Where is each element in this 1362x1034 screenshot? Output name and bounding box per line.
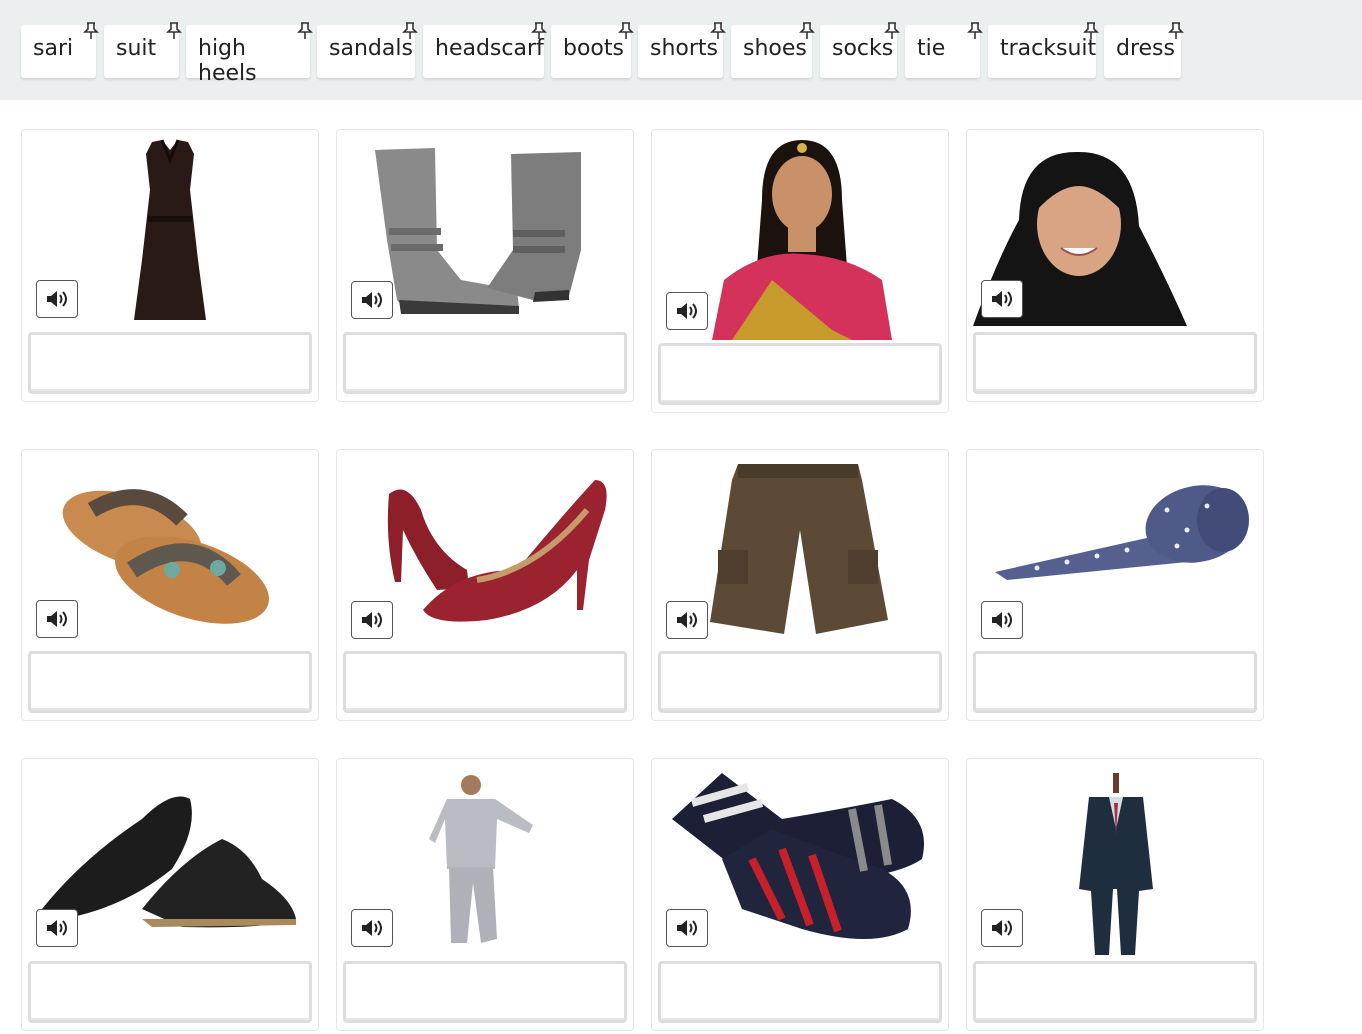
play-audio-button[interactable] xyxy=(351,281,393,319)
word-chip-headscarf[interactable]: headscarf xyxy=(423,22,547,78)
thumbtack-icon xyxy=(83,22,99,39)
speaker-icon xyxy=(677,612,697,628)
word-chip-sari[interactable]: sari xyxy=(21,22,99,78)
play-audio-button[interactable] xyxy=(981,280,1023,318)
play-audio-button[interactable] xyxy=(36,600,78,638)
picture-card-headscarf xyxy=(966,129,1264,402)
answer-drop-zone[interactable] xyxy=(343,961,627,1023)
speaker-icon xyxy=(362,292,382,308)
thumbtack-icon xyxy=(710,22,726,39)
word-chip-shoes[interactable]: shoes xyxy=(731,22,815,78)
speaker-icon xyxy=(362,612,382,628)
answer-drop-zone[interactable] xyxy=(658,651,942,713)
chip-label: headscarf xyxy=(435,36,544,61)
answer-drop-zone[interactable] xyxy=(658,343,942,405)
word-chip-tie[interactable]: tie xyxy=(905,22,983,78)
speaker-icon xyxy=(677,303,697,319)
speaker-icon xyxy=(47,291,67,307)
play-audio-button[interactable] xyxy=(666,909,708,947)
picture-card-sandals xyxy=(21,449,319,721)
picture-card-shorts xyxy=(651,449,949,721)
speaker-icon xyxy=(992,612,1012,628)
picture-card-tracksuit xyxy=(336,758,634,1031)
thumbtack-icon xyxy=(799,22,815,39)
answer-drop-zone[interactable] xyxy=(28,332,312,394)
word-chip-sandals[interactable]: sandals xyxy=(317,22,418,78)
word-chip-tracksuit[interactable]: tracksuit xyxy=(988,22,1099,78)
speaker-icon xyxy=(992,920,1012,936)
chip-label: boots xyxy=(563,36,624,61)
thumbtack-icon xyxy=(297,22,313,39)
play-audio-button[interactable] xyxy=(666,292,708,330)
word-chip-boots[interactable]: boots xyxy=(551,22,634,78)
word-bank: sari suit high heels sandals headscarf b… xyxy=(0,0,1362,100)
play-audio-button[interactable] xyxy=(981,601,1023,639)
speaker-icon xyxy=(677,920,697,936)
play-audio-button[interactable] xyxy=(36,909,78,947)
word-chip-dress[interactable]: dress xyxy=(1104,22,1184,78)
answer-drop-zone[interactable] xyxy=(343,651,627,713)
picture-card-boots xyxy=(336,129,634,402)
chip-label: high heels xyxy=(198,36,257,86)
chip-label: tie xyxy=(917,36,946,61)
chip-label: shorts xyxy=(650,36,718,61)
picture-card-dress xyxy=(21,129,319,402)
answer-drop-zone[interactable] xyxy=(28,961,312,1023)
speaker-icon xyxy=(47,611,67,627)
thumbtack-icon xyxy=(531,22,547,39)
answer-drop-zone[interactable] xyxy=(343,332,627,394)
thumbtack-icon xyxy=(166,22,182,39)
answer-drop-zone[interactable] xyxy=(973,332,1257,394)
speaker-icon xyxy=(47,920,67,936)
answer-drop-zone[interactable] xyxy=(28,651,312,713)
word-chip-shorts[interactable]: shorts xyxy=(638,22,726,78)
play-audio-button[interactable] xyxy=(36,280,78,318)
picture-card-suit xyxy=(966,758,1264,1031)
thumbtack-icon xyxy=(402,22,418,39)
word-chip-suit[interactable]: suit xyxy=(104,22,182,78)
picture-card-sari xyxy=(651,129,949,413)
thumbtack-icon xyxy=(618,22,634,39)
thumbtack-icon xyxy=(967,22,983,39)
answer-drop-zone[interactable] xyxy=(658,961,942,1023)
thumbtack-icon xyxy=(884,22,900,39)
picture-card-shoes xyxy=(21,758,319,1031)
speaker-icon xyxy=(362,920,382,936)
chip-label: sari xyxy=(33,36,74,61)
thumbtack-icon xyxy=(1168,22,1184,39)
play-audio-button[interactable] xyxy=(981,909,1023,947)
picture-card-high-heels xyxy=(336,449,634,721)
answer-drop-zone[interactable] xyxy=(973,961,1257,1023)
speaker-icon xyxy=(992,291,1012,307)
word-chip-high-heels[interactable]: high heels xyxy=(186,22,313,86)
word-chip-socks[interactable]: socks xyxy=(820,22,900,78)
thumbtack-icon xyxy=(1083,22,1099,39)
picture-card-socks xyxy=(651,758,949,1031)
picture-card-tie xyxy=(966,449,1264,721)
play-audio-button[interactable] xyxy=(351,909,393,947)
answer-drop-zone[interactable] xyxy=(973,651,1257,713)
play-audio-button[interactable] xyxy=(666,601,708,639)
chip-label: suit xyxy=(116,36,157,61)
play-audio-button[interactable] xyxy=(351,601,393,639)
